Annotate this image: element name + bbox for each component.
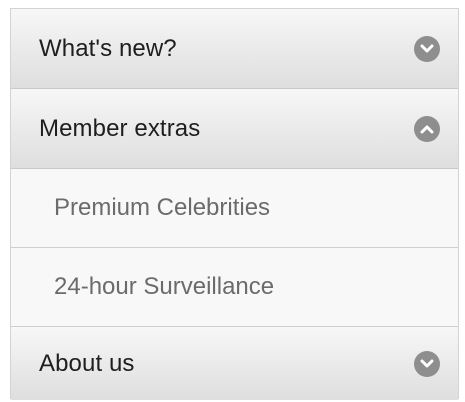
- chevron-down-icon[interactable]: [414, 35, 440, 62]
- chevron-down-icon[interactable]: [414, 350, 440, 377]
- section-header-about-us[interactable]: About us: [11, 327, 458, 400]
- sub-item-label: Premium Celebrities: [54, 194, 271, 221]
- section-header-whats-new[interactable]: What's new?: [11, 9, 458, 89]
- sub-item-premium-celebrities[interactable]: Premium Celebrities: [11, 169, 458, 248]
- section-header-member-extras[interactable]: Member extras: [11, 89, 458, 169]
- section-label: What's new?: [39, 34, 177, 62]
- sub-item-label: 24-hour Surveillance: [54, 273, 275, 300]
- chevron-up-icon[interactable]: [414, 115, 440, 142]
- section-label: About us: [39, 349, 135, 377]
- accordion-menu: What's new? Member extras Premium Celebr…: [10, 8, 459, 400]
- section-label: Member extras: [39, 114, 201, 142]
- sub-item-24-hour-surveillance[interactable]: 24-hour Surveillance: [11, 248, 458, 327]
